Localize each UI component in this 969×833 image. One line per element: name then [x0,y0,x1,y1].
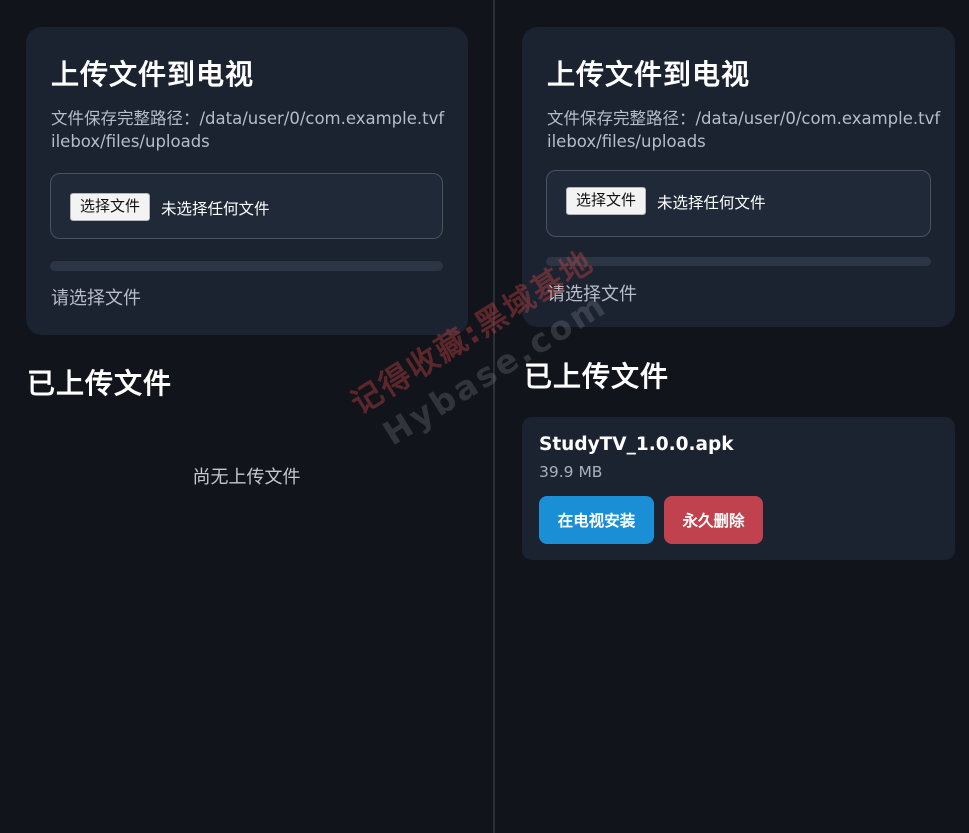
file-input[interactable]: 选择文件 未选择任何文件 [50,173,443,239]
file-name: StudyTV_1.0.0.apk [539,434,734,455]
upload-progress-bar [546,257,931,266]
uploaded-files-title: 已上传文件 [524,360,670,393]
no-file-selected-text: 未选择任何文件 [161,200,270,218]
upload-progress-bar [50,261,443,271]
upload-card: 上传文件到电视 文件保存完整路径：/data/user/0/com.exampl… [522,27,955,327]
upload-status-text: 请选择文件 [51,288,141,309]
upload-title: 上传文件到电视 [51,58,255,91]
right-panel: 上传文件到电视 文件保存完整路径：/data/user/0/com.exampl… [495,0,969,833]
upload-title: 上传文件到电视 [547,58,751,91]
file-size: 39.9 MB [539,463,603,481]
left-panel: 上传文件到电视 文件保存完整路径：/data/user/0/com.exampl… [0,0,493,833]
delete-permanently-button[interactable]: 永久删除 [664,496,763,544]
empty-files-message: 尚无上传文件 [192,467,301,488]
choose-file-button[interactable]: 选择文件 [566,187,647,215]
save-path-text: 文件保存完整路径：/data/user/0/com.example.tvfile… [547,109,941,151]
save-path-text: 文件保存完整路径：/data/user/0/com.example.tvfile… [51,109,445,151]
upload-status-text: 请选择文件 [547,284,637,305]
uploaded-files-title: 已上传文件 [27,367,173,400]
file-input[interactable]: 选择文件 未选择任何文件 [546,170,931,237]
upload-card: 上传文件到电视 文件保存完整路径：/data/user/0/com.exampl… [26,27,468,335]
no-file-selected-text: 未选择任何文件 [657,194,766,212]
install-on-tv-button[interactable]: 在电视安装 [539,496,654,544]
choose-file-button[interactable]: 选择文件 [70,193,151,221]
uploaded-file-card: StudyTV_1.0.0.apk 39.9 MB 在电视安装 永久删除 [522,417,955,560]
